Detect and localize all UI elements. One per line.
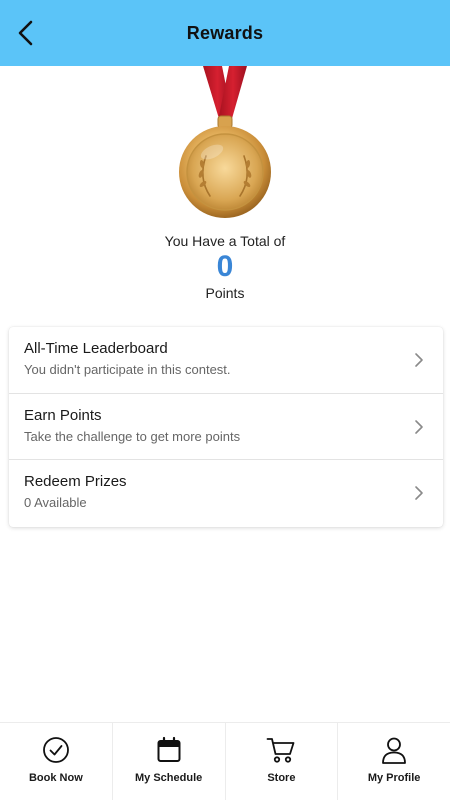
menu-item-earn-points[interactable]: Earn Points Take the challenge to get mo… — [9, 394, 443, 461]
menu-item-title: Earn Points — [24, 406, 102, 424]
check-circle-icon — [41, 735, 71, 765]
chevron-right-icon — [415, 486, 423, 500]
menu-item-subtitle: You didn't participate in this contest. — [24, 362, 231, 377]
medal-area — [0, 66, 450, 226]
menu-item-leaderboard[interactable]: All-Time Leaderboard You didn't particip… — [9, 327, 443, 394]
nav-store[interactable]: Store — [226, 723, 339, 800]
points-caption: You Have a Total of — [164, 233, 286, 249]
nav-my-schedule[interactable]: My Schedule — [113, 723, 226, 800]
nav-label: Book Now — [28, 772, 83, 784]
page-title: Rewards — [186, 22, 264, 43]
chevron-right-icon — [415, 419, 423, 434]
person-icon — [379, 735, 409, 765]
nav-book-now[interactable]: Book Now — [0, 723, 113, 800]
menu-item-subtitle: Take the challenge to get more points — [24, 428, 241, 444]
menu-item-title: All-Time Leaderboard — [24, 340, 168, 357]
back-button[interactable] — [10, 17, 42, 49]
back-arrow-icon — [18, 20, 33, 46]
menu-item-subtitle: 0 Available — [24, 495, 87, 511]
nav-my-profile[interactable]: My Profile — [338, 723, 450, 800]
rewards-menu: All-Time Leaderboard You didn't particip… — [9, 327, 443, 527]
points-summary: You Have a Total of 0 Points — [0, 232, 450, 302]
nav-label: My Profile — [367, 772, 421, 784]
calendar-icon — [154, 735, 184, 765]
gold-medal-icon — [179, 66, 271, 218]
menu-item-title: Redeem Prizes — [24, 473, 127, 491]
menu-item-redeem-prizes[interactable]: Redeem Prizes 0 Available — [9, 460, 443, 527]
nav-label: My Schedule — [135, 772, 203, 784]
nav-label: Store — [267, 772, 296, 784]
rewards-screen: Rewards You Have a Total of 0 Points All… — [0, 0, 450, 800]
app-header: Rewards — [0, 0, 450, 66]
points-unit: Points — [205, 285, 245, 301]
chevron-right-icon — [415, 353, 423, 367]
cart-icon — [266, 735, 296, 765]
points-value: 0 — [216, 250, 234, 283]
bottom-nav: Book Now My Schedule Store My Profile — [0, 722, 450, 800]
